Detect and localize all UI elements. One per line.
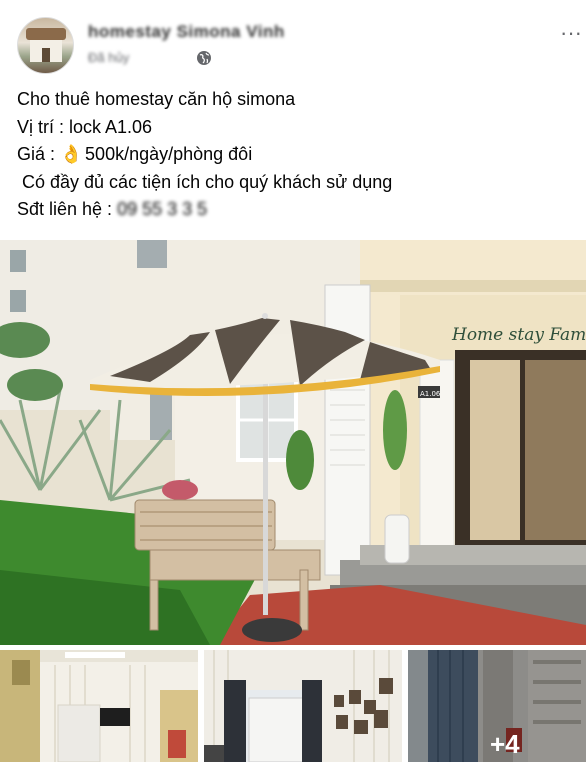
door-plate-text: A1.06 <box>420 390 441 398</box>
avatar-roof-shape <box>26 28 66 40</box>
post-line-amenities: Có đầy đủ các tiện ích cho quý khách sử … <box>17 171 393 192</box>
homestay-entrance-photo: Home stay Family A1.06 <box>0 240 586 645</box>
photo-thumbnail-2[interactable] <box>204 650 402 762</box>
page-name-link[interactable]: homestay Simona Vinh <box>88 22 285 42</box>
room-photo-1 <box>0 650 198 762</box>
post-line-phone: Sđt liên hệ : 09 55 3 3 5 <box>17 196 577 224</box>
globe-icon <box>197 51 211 65</box>
post-line-title: Cho thuê homestay căn hộ simona <box>17 89 296 109</box>
avatar-door-shape <box>42 48 50 62</box>
post-header: homestay Simona Vinh Đã hủy ··· <box>0 0 586 86</box>
page-avatar[interactable] <box>17 17 74 74</box>
post-line-location: Vị trí : lock A1.06 <box>17 116 153 137</box>
post-timestamp[interactable]: Đã hủy <box>88 50 129 65</box>
post-line-price: Giá : 👌 500k/ngày/phòng đôi <box>17 141 577 169</box>
photo-thumbnail-1[interactable] <box>0 650 198 762</box>
ok-hand-emoji-icon: 👌 <box>60 144 83 164</box>
photo-thumbnail-3[interactable]: +4 <box>408 650 586 762</box>
post-body-text: Cho thuê homestay căn hộ simona Vị trí :… <box>17 86 577 224</box>
price-label: Giá : <box>17 144 56 164</box>
price-value: 500k/ngày/phòng đôi <box>85 144 253 164</box>
homestay-sign-text: Home stay Family <box>451 325 586 345</box>
main-photo[interactable]: Home stay Family A1.06 <box>0 240 586 645</box>
more-photos-count: +4 <box>490 729 520 759</box>
phone-label: Sđt liên hệ : <box>17 199 113 219</box>
phone-number-blurred[interactable]: 09 55 3 3 5 <box>117 199 207 219</box>
room-photo-2 <box>204 650 402 762</box>
more-photos-overlay[interactable]: +4 <box>408 650 586 762</box>
more-options-icon[interactable]: ··· <box>560 22 582 44</box>
